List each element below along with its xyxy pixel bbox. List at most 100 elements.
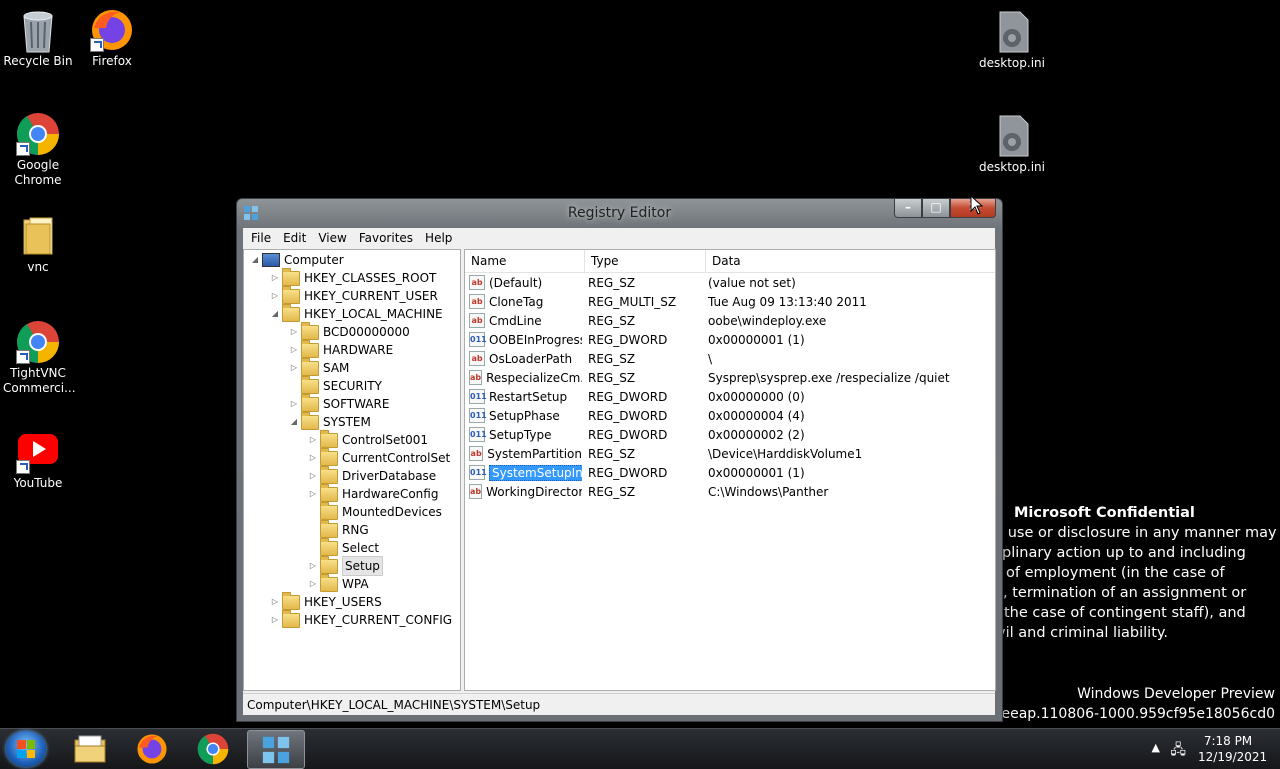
confidential-notice: Microsoft Confidential ed use or disclos… [985, 503, 1280, 643]
value-name: WorkingDirectory [486, 484, 582, 499]
table-row[interactable]: ab WorkingDirectory REG_SZ C:\Windows\Panth… [465, 482, 995, 501]
tree-node-security[interactable]: SECURITY [289, 375, 382, 395]
table-row[interactable]: ab CloneTag REG_MULTI_SZ Tue Aug 09 13:13:4… [465, 292, 995, 311]
desktop-icon-desktop-ini-2[interactable]: desktop.ini [974, 114, 1050, 175]
expand-arrow-icon[interactable]: ▷ [308, 485, 318, 503]
tree-node-setup[interactable]: ▷ Setup [308, 555, 383, 576]
tree-node-bcd[interactable]: ▷ BCD00000000 [289, 321, 410, 341]
desktop-icon-chrome[interactable]: Google Chrome [0, 112, 76, 188]
expand-arrow-icon[interactable]: ▷ [308, 575, 318, 593]
taskbar-chrome-button[interactable] [185, 730, 241, 767]
table-row[interactable]: ab (Default) REG_SZ (value not set) [465, 273, 995, 292]
tree-node-rng[interactable]: RNG [308, 519, 369, 539]
desktop-icon-label: YouTube [13, 476, 63, 490]
menu-view[interactable]: View [312, 231, 352, 245]
string-value-icon: ab [469, 351, 485, 366]
table-row[interactable]: ab SystemPartition REG_SZ \Device\HarddiskV… [465, 444, 995, 463]
collapse-arrow-icon[interactable]: ◢ [289, 413, 299, 431]
expand-arrow-icon[interactable]: ▷ [289, 395, 299, 413]
start-button[interactable] [6, 731, 46, 767]
value-name: SystemPartition [487, 446, 582, 461]
tree-node-wpa[interactable]: ▷ WPA [308, 573, 369, 593]
table-row[interactable]: ab RespecializeCm... REG_SZ Sysprep\sysprep… [465, 368, 995, 387]
value-data: 0x00000002 (2) [708, 427, 805, 442]
tree-node-hkcu[interactable]: ▷ HKEY_CURRENT_USER [270, 285, 438, 305]
show-hidden-icons-button[interactable]: ▲ [1152, 741, 1160, 754]
folder-icon [282, 303, 300, 322]
tree-node-sam[interactable]: ▷ SAM [289, 357, 349, 377]
value-name-cell: ab (Default) [465, 275, 582, 290]
desktop-icon-label: Google Chrome [14, 158, 62, 187]
desktop-icon-tightvnc[interactable]: TightVNC Commerci... [0, 320, 76, 396]
desktop-icon-desktop-ini-1[interactable]: desktop.ini [974, 10, 1050, 71]
values-list[interactable]: Name Type Data ab (Default) REG_SZ (value n… [464, 249, 996, 691]
tree-node-hardware[interactable]: ▷ HARDWARE [289, 339, 393, 359]
expand-arrow-icon[interactable]: ▷ [270, 269, 280, 287]
tree-node-controlset001[interactable]: ▷ ControlSet001 [308, 429, 428, 449]
desktop-icon-vnc-folder[interactable]: vnc [0, 214, 76, 275]
table-row[interactable]: 011 SetupPhase REG_DWORD 0x00000004 (4) [465, 406, 995, 425]
clock-time: 7:18 PM [1203, 734, 1253, 748]
clock[interactable]: 7:18 PM 12/19/2021 [1198, 733, 1267, 765]
taskbar-explorer-button[interactable] [62, 730, 118, 767]
expand-arrow-icon[interactable]: ▷ [289, 341, 299, 359]
table-row[interactable]: 011 RestartSetup REG_DWORD 0x00000000 (0) [465, 387, 995, 406]
registry-editor-window[interactable]: Registry Editor – □ ✕ File Edit View Fav… [236, 198, 1003, 722]
registry-tree[interactable]: ◢ Computer ▷ HKEY_CLASSES_ROOT ▷ HKEY_CURRE… [243, 249, 461, 691]
value-type: REG_MULTI_SZ [588, 294, 677, 309]
tree-node-computer[interactable]: ◢ Computer [250, 251, 344, 269]
table-row[interactable]: ab CmdLine REG_SZ oobe\windeploy.exe [465, 311, 995, 330]
minimize-button[interactable]: – [894, 199, 922, 218]
firefox-icon [137, 733, 167, 764]
tree-node-system[interactable]: ◢ SYSTEM [289, 411, 371, 431]
desktop-icon-firefox[interactable]: Firefox [74, 8, 150, 69]
taskbar-firefox-button[interactable] [124, 730, 180, 767]
desktop-icon-recycle-bin[interactable]: Recycle Bin [0, 8, 76, 69]
tree-node-mounteddevices[interactable]: MountedDevices [308, 501, 442, 521]
confidential-line: ciplinary action up to and including [990, 545, 1246, 561]
expand-arrow-icon[interactable]: ▷ [308, 431, 318, 449]
youtube-icon [16, 430, 60, 474]
menu-favorites[interactable]: Favorites [353, 231, 419, 245]
expand-arrow-icon[interactable]: ▷ [270, 611, 280, 629]
collapse-arrow-icon[interactable]: ◢ [250, 251, 260, 269]
tree-node-hklm[interactable]: ◢ HKEY_LOCAL_MACHINE [270, 303, 443, 323]
tree-node-software[interactable]: ▷ SOFTWARE [289, 393, 389, 413]
taskbar-regedit-button[interactable] [247, 730, 305, 769]
tree-node-hkcr[interactable]: ▷ HKEY_CLASSES_ROOT [270, 267, 436, 287]
table-row[interactable]: ab OsLoaderPath REG_SZ \ [465, 349, 995, 368]
binary-value-icon: 011 [469, 427, 487, 442]
table-row[interactable]: 011 OOBEInProgress REG_DWORD 0x00000001 (1) [465, 330, 995, 349]
column-header-data[interactable]: Data [706, 250, 992, 272]
maximize-button[interactable]: □ [922, 199, 950, 218]
column-header-type[interactable]: Type [585, 250, 706, 272]
menu-edit[interactable]: Edit [277, 231, 312, 245]
expand-arrow-icon[interactable]: ▷ [270, 287, 280, 305]
collapse-arrow-icon[interactable]: ◢ [270, 305, 280, 323]
expand-arrow-icon[interactable]: ▷ [308, 467, 318, 485]
folder-icon [301, 393, 319, 412]
title-bar[interactable]: Registry Editor – □ ✕ [237, 199, 1002, 227]
expand-arrow-icon[interactable]: ▷ [308, 449, 318, 467]
desktop-icon-youtube[interactable]: YouTube [0, 430, 76, 491]
network-icon[interactable]: 🖧 [1170, 739, 1186, 763]
confidential-title: Microsoft Confidential [1014, 505, 1195, 521]
string-value-icon: ab [469, 313, 485, 328]
tree-node-currentcontrolset[interactable]: ▷ CurrentControlSet [308, 447, 450, 467]
value-type: REG_DWORD [588, 389, 668, 404]
tree-node-driverdatabase[interactable]: ▷ DriverDatabase [308, 465, 436, 485]
expand-arrow-icon[interactable]: ▷ [289, 323, 299, 341]
table-row[interactable]: 011SystemSetupInP... REG_DWORD 0x00000001 … [465, 463, 995, 482]
expand-arrow-icon[interactable]: ▷ [270, 593, 280, 611]
expand-arrow-icon[interactable]: ▷ [289, 359, 299, 377]
menu-file[interactable]: File [245, 231, 277, 245]
expand-arrow-icon[interactable]: ▷ [308, 557, 318, 575]
value-data: 0x00000001 (1) [708, 332, 805, 347]
tree-node-hku[interactable]: ▷ HKEY_USERS [270, 591, 382, 611]
menu-help[interactable]: Help [419, 231, 458, 245]
column-header-name[interactable]: Name [465, 250, 585, 272]
tree-node-select[interactable]: Select [308, 537, 379, 557]
tree-node-hkcc[interactable]: ▷ HKEY_CURRENT_CONFIG [270, 609, 452, 629]
tree-node-hardwareconfig[interactable]: ▷ HardwareConfig [308, 483, 438, 503]
table-row[interactable]: 011 SetupType REG_DWORD 0x00000002 (2) [465, 425, 995, 444]
